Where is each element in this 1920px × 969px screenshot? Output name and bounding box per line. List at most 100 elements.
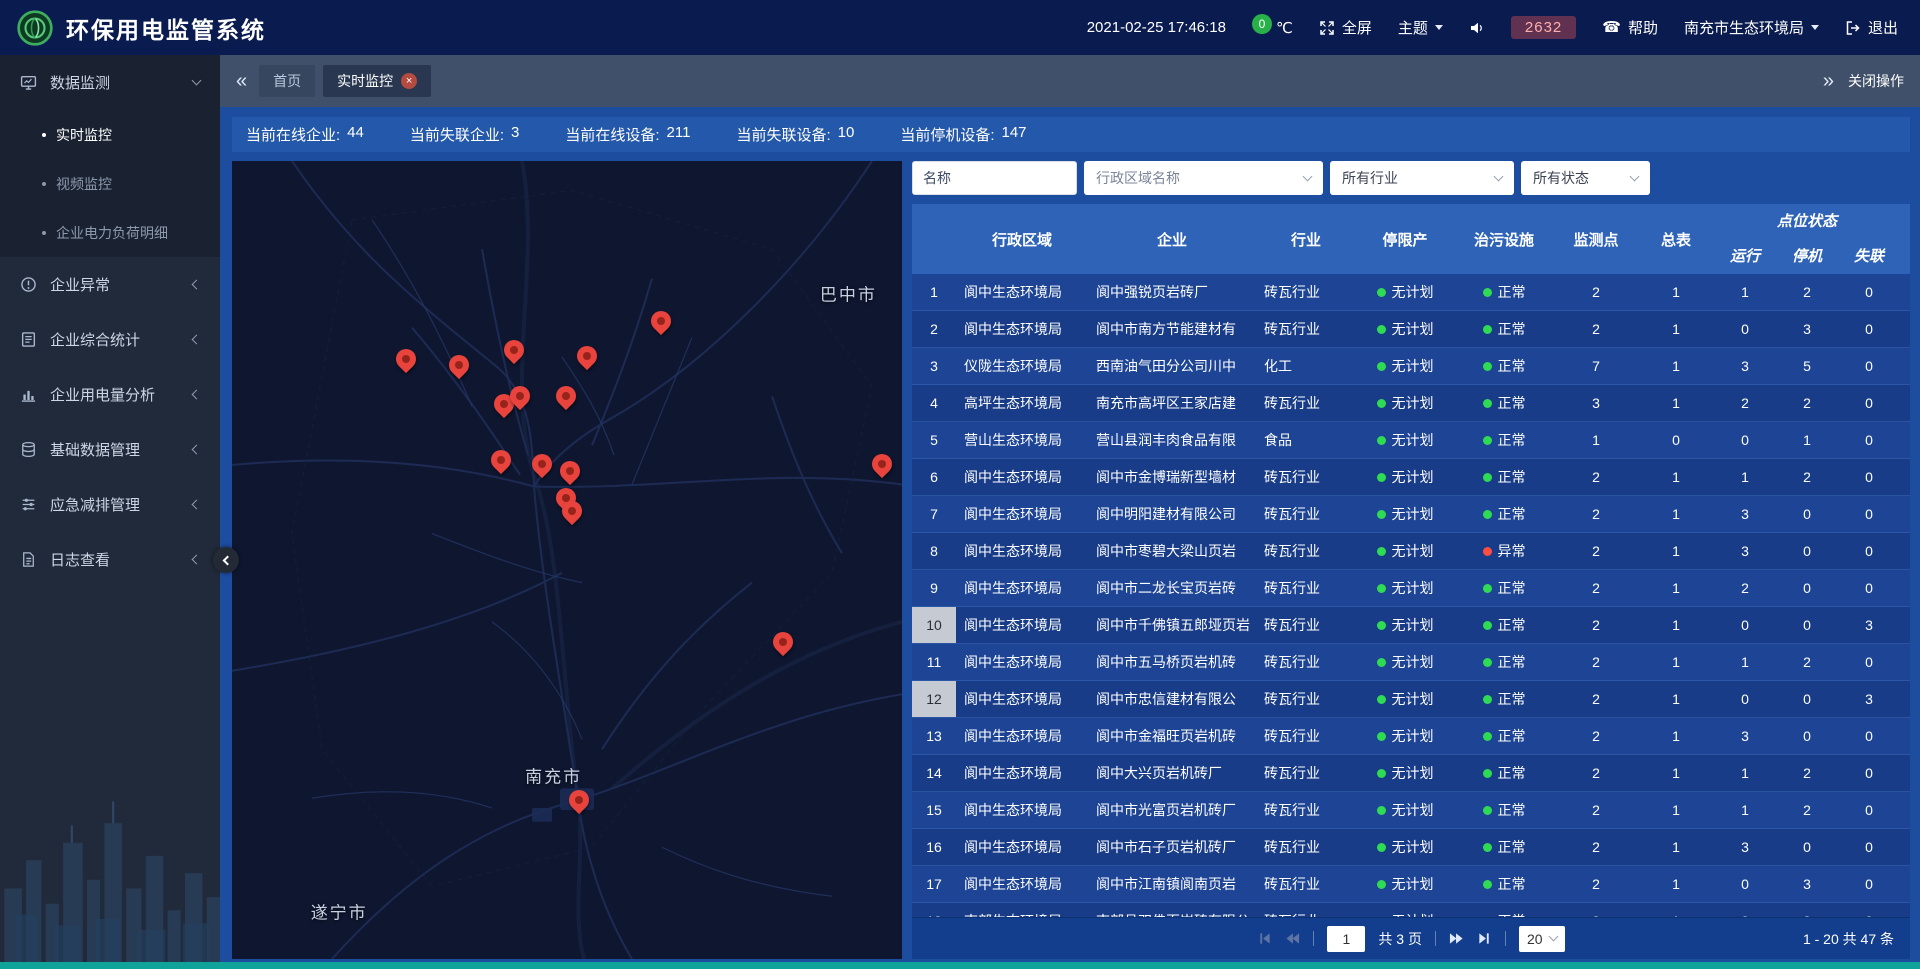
table-row[interactable]: 9 阆中生态环境局 阆中市二龙长宝页岩砖 砖瓦行业 无计划 bbox=[912, 570, 1910, 607]
sidebar-item[interactable]: 企业异常 bbox=[0, 257, 220, 312]
help-button[interactable]: ☎ 帮助 bbox=[1602, 17, 1658, 38]
fullscreen-button[interactable]: 全屏 bbox=[1319, 17, 1372, 38]
close-tab-icon[interactable]: × bbox=[401, 73, 417, 89]
table-row[interactable]: 16 阆中生态环境局 阆中市石子页岩机砖厂 砖瓦行业 无计划 bbox=[912, 829, 1910, 866]
sound-button[interactable] bbox=[1469, 20, 1485, 36]
table-row[interactable]: 18 南部生态环境局 南部县双佛页岩砖有限公 砖瓦行业 无计划 bbox=[912, 903, 1910, 917]
collapse-map-button[interactable] bbox=[213, 547, 239, 573]
table-row[interactable]: 10 阆中生态环境局 阆中市千佛镇五郎垭页岩 砖瓦行业 无计划 bbox=[912, 607, 1910, 644]
sidebar-item[interactable]: 基础数据管理 bbox=[0, 422, 220, 477]
industry-filter-select[interactable]: 所有行业 bbox=[1330, 161, 1514, 195]
table-row[interactable]: 2 阆中生态环境局 阆中市南方节能建材有 砖瓦行业 无计划 bbox=[912, 311, 1910, 348]
cell-facility: 正常 bbox=[1454, 422, 1554, 458]
sidebar-item[interactable]: 应急减排管理 bbox=[0, 477, 220, 532]
sidebar-item[interactable]: 企业综合统计 bbox=[0, 312, 220, 367]
tab[interactable]: 实时监控 × bbox=[323, 65, 431, 97]
city-skyline-decoration bbox=[0, 784, 220, 969]
sidebar-item[interactable]: 企业电力负荷明细 bbox=[0, 208, 220, 257]
cell-stopped: 3 bbox=[1776, 866, 1838, 902]
cell-stopped: 0 bbox=[1776, 829, 1838, 865]
table-row[interactable]: 11 阆中生态环境局 阆中市五马桥页岩机砖 砖瓦行业 无计划 bbox=[912, 644, 1910, 681]
table-row[interactable]: 14 阆中生态环境局 阆中大兴页岩机砖厂 砖瓦行业 无计划 bbox=[912, 755, 1910, 792]
chevron-down-icon bbox=[1435, 25, 1443, 30]
table-row[interactable]: 6 阆中生态环境局 阆中市金博瑞新型墙材 砖瓦行业 无计划 bbox=[912, 459, 1910, 496]
status-dot-green bbox=[1377, 325, 1386, 334]
cell-stopped: 2 bbox=[1776, 274, 1838, 310]
cell-index: 6 bbox=[912, 459, 956, 495]
sidebar-item[interactable]: 数据监测 bbox=[0, 55, 220, 110]
table-row[interactable]: 12 阆中生态环境局 阆中市忠信建材有限公 砖瓦行业 无计划 bbox=[912, 681, 1910, 718]
page-number-input[interactable]: 1 bbox=[1327, 926, 1365, 952]
stat-label: 当前在线企业: bbox=[246, 124, 340, 145]
cell-running: 0 bbox=[1714, 681, 1776, 717]
scroll-tabs-left-button[interactable]: « bbox=[236, 71, 247, 91]
table-row[interactable]: 1 阆中生态环境局 阆中强锐页岩砖厂 砖瓦行业 无计划 bbox=[912, 274, 1910, 311]
cell-region: 阆中生态环境局 bbox=[956, 792, 1088, 828]
prev-page-button[interactable] bbox=[1285, 931, 1300, 946]
next-page-button[interactable] bbox=[1449, 931, 1464, 946]
table-row[interactable]: 7 阆中生态环境局 阆中明阳建材有限公司 砖瓦行业 无计划 bbox=[912, 496, 1910, 533]
cell-industry: 砖瓦行业 bbox=[1256, 496, 1356, 532]
status-dot bbox=[1483, 584, 1492, 593]
name-filter-input[interactable] bbox=[912, 161, 1077, 195]
region-filter-select[interactable]: 行政区域名称 bbox=[1084, 161, 1323, 195]
org-dropdown[interactable]: 南充市生态环境局 bbox=[1684, 17, 1819, 38]
cell-meters: 1 bbox=[1638, 755, 1714, 791]
database-icon bbox=[20, 441, 38, 459]
tab[interactable]: 首页 × bbox=[259, 65, 315, 97]
table-row[interactable]: 17 阆中生态环境局 阆中市江南镇阆南页岩 砖瓦行业 无计划 bbox=[912, 866, 1910, 903]
cell-limit-text: 无计划 bbox=[1392, 356, 1434, 376]
sidebar-item[interactable]: 实时监控 bbox=[0, 110, 220, 159]
cell-company: 营山县润丰肉食品有限 bbox=[1088, 422, 1256, 458]
tabbar-right: » 关闭操作 bbox=[1823, 71, 1904, 91]
sidebar-item[interactable]: 视频监控 bbox=[0, 159, 220, 208]
close-operations-button[interactable]: 关闭操作 bbox=[1848, 71, 1904, 91]
cell-points: 1 bbox=[1554, 422, 1638, 458]
first-page-button[interactable] bbox=[1257, 931, 1272, 946]
cell-industry: 砖瓦行业 bbox=[1256, 533, 1356, 569]
logout-button[interactable]: 退出 bbox=[1845, 17, 1898, 38]
cell-industry: 砖瓦行业 bbox=[1256, 570, 1356, 606]
table-row[interactable]: 13 阆中生态环境局 阆中市金福旺页岩机砖 砖瓦行业 无计划 bbox=[912, 718, 1910, 755]
table-row[interactable]: 4 高坪生态环境局 南充市高坪区王家店建 砖瓦行业 无计划 bbox=[912, 385, 1910, 422]
cell-index: 14 bbox=[912, 755, 956, 791]
cell-company: 南部县双佛页岩砖有限公 bbox=[1088, 903, 1256, 917]
sidebar-item[interactable]: 日志查看 bbox=[0, 532, 220, 587]
table-row[interactable]: 5 营山生态环境局 营山县润丰肉食品有限 食品 无计划 bbox=[912, 422, 1910, 459]
alert-count-badge[interactable]: 2632 bbox=[1511, 16, 1576, 39]
table-row[interactable]: 3 仪陇生态环境局 西南油气田分公司川中 化工 无计划 bbox=[912, 348, 1910, 385]
table-row[interactable]: 15 阆中生态环境局 阆中市光富页岩机砖厂 砖瓦行业 无计划 bbox=[912, 792, 1910, 829]
cell-lost: 0 bbox=[1838, 755, 1900, 791]
cell-stopped: 2 bbox=[1776, 385, 1838, 421]
status-dot bbox=[1483, 288, 1492, 297]
scroll-tabs-right-button[interactable]: » bbox=[1823, 71, 1834, 91]
cell-index: 16 bbox=[912, 829, 956, 865]
cell-lost: 3 bbox=[1838, 607, 1900, 643]
cell-running: 3 bbox=[1714, 533, 1776, 569]
cell-stopped: 3 bbox=[1776, 903, 1838, 917]
status-filter-select[interactable]: 所有状态 bbox=[1521, 161, 1650, 195]
cell-facility-text: 异常 bbox=[1498, 541, 1526, 561]
last-page-button[interactable] bbox=[1477, 931, 1492, 946]
page-size-select[interactable]: 20 bbox=[1519, 926, 1565, 952]
status-dot bbox=[1483, 547, 1492, 556]
cell-industry: 砖瓦行业 bbox=[1256, 607, 1356, 643]
cell-limit-text: 无计划 bbox=[1392, 689, 1434, 709]
cell-limit: 无计划 bbox=[1356, 829, 1454, 865]
cell-company: 阆中强锐页岩砖厂 bbox=[1088, 274, 1256, 310]
column-header-stopped: 停机 bbox=[1776, 236, 1838, 274]
cell-region: 阆中生态环境局 bbox=[956, 829, 1088, 865]
cell-running: 3 bbox=[1714, 348, 1776, 384]
cell-running: 2 bbox=[1714, 385, 1776, 421]
cell-company: 阆中市千佛镇五郎垭页岩 bbox=[1088, 607, 1256, 643]
column-header-index bbox=[912, 204, 956, 274]
sidebar-item[interactable]: 企业用电量分析 bbox=[0, 367, 220, 422]
theme-dropdown[interactable]: 主题 bbox=[1398, 17, 1443, 38]
cell-running: 1 bbox=[1714, 755, 1776, 791]
map-panel[interactable]: 巴中市南充市遂宁市 bbox=[232, 161, 902, 959]
cell-facility-text: 正常 bbox=[1498, 578, 1526, 598]
cell-lost: 0 bbox=[1838, 866, 1900, 902]
table-row[interactable]: 8 阆中生态环境局 阆中市枣碧大梁山页岩 砖瓦行业 无计划 bbox=[912, 533, 1910, 570]
cell-limit: 无计划 bbox=[1356, 274, 1454, 310]
cell-company: 阆中市江南镇阆南页岩 bbox=[1088, 866, 1256, 902]
